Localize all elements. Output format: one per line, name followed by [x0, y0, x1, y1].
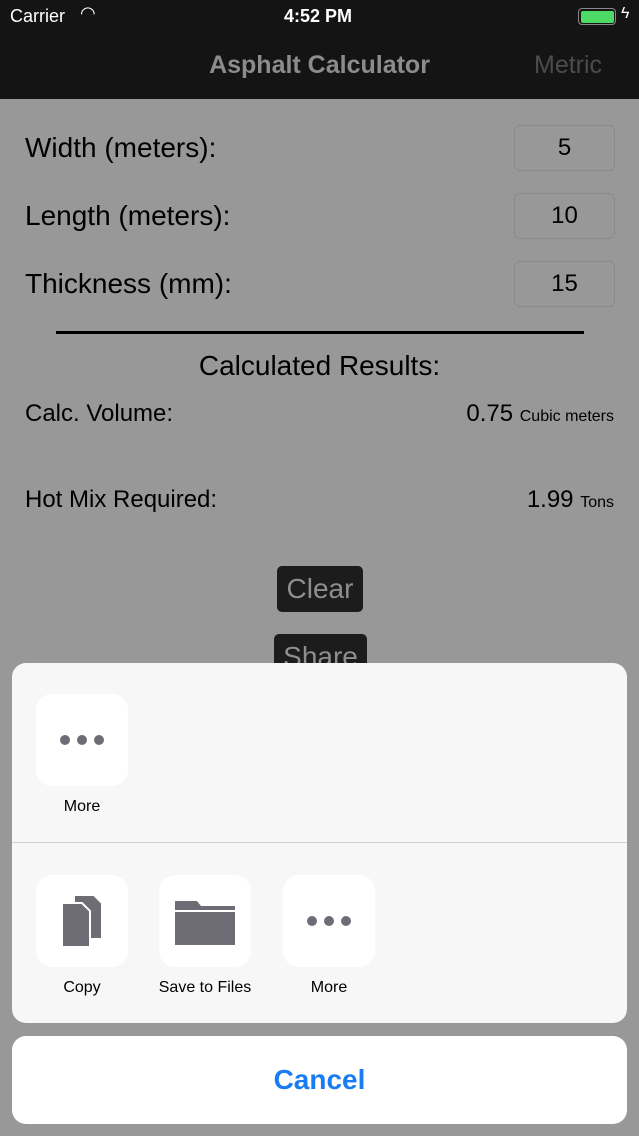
thickness-input[interactable]: 15	[514, 261, 615, 307]
thickness-label: Thickness (mm):	[25, 268, 232, 299]
time: 4:52 PM	[284, 6, 353, 26]
charging-icon: ϟ	[621, 5, 630, 22]
hotmix-result: 1.99 Tons	[527, 486, 614, 514]
wifi-icon: ◠	[80, 3, 96, 23]
nav-bar: Asphalt Calculator Metric	[0, 34, 639, 99]
copy-icon	[61, 894, 103, 948]
share-sheet: More Copy Save to Files More	[12, 663, 627, 1023]
width-input[interactable]: 5	[514, 125, 615, 171]
more-label: More	[310, 979, 348, 996]
volume-unit: Cubic meters	[519, 408, 614, 425]
divider	[56, 331, 584, 334]
volume-label: Calc. Volume:	[25, 400, 174, 427]
width-label: Width (meters):	[25, 132, 217, 163]
copy-label: Copy	[63, 979, 101, 996]
more-icon	[60, 735, 104, 745]
carrier: Carrier	[10, 6, 66, 26]
hotmix-value: 1.99	[526, 486, 574, 513]
more-icon	[307, 916, 351, 926]
save-to-files-button[interactable]	[159, 875, 251, 967]
length-input[interactable]: 10	[514, 193, 615, 239]
more-label: More	[63, 798, 101, 815]
length-label: Length (meters):	[25, 200, 231, 231]
sheet-divider	[12, 842, 627, 843]
battery-icon	[578, 8, 616, 25]
folder-icon	[175, 901, 235, 945]
cancel-button[interactable]: Cancel	[12, 1036, 627, 1124]
hotmix-label: Hot Mix Required:	[25, 486, 218, 513]
clear-button[interactable]: Clear	[277, 566, 363, 612]
volume-value: 0.75	[466, 400, 514, 427]
more-button[interactable]	[283, 875, 375, 967]
results-heading: Calculated Results:	[198, 350, 441, 381]
volume-result: 0.75 Cubic meters	[466, 400, 614, 428]
status-bar: Carrier ◠ 4:52 PM ϟ	[0, 0, 639, 34]
hotmix-unit: Tons	[580, 494, 614, 511]
metric-button[interactable]: Metric	[534, 51, 602, 80]
more-action-button[interactable]	[36, 694, 128, 786]
save-to-files-label: Save to Files	[158, 979, 252, 996]
copy-button[interactable]	[36, 875, 128, 967]
